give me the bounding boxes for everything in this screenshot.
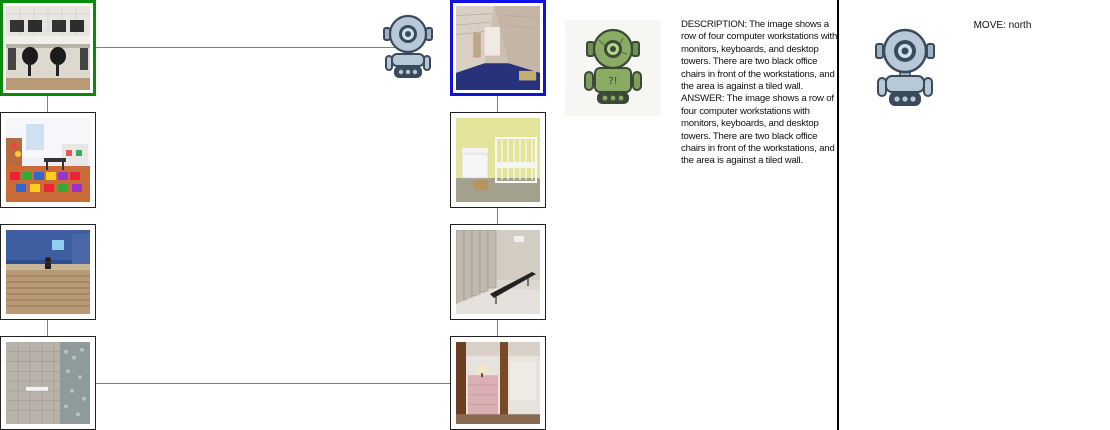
map-connection (497, 95, 498, 113)
scene-thumbnail (456, 6, 540, 90)
move-label: MOVE: north (973, 20, 1032, 31)
map-connection (497, 207, 498, 225)
scene-thumbnail (6, 342, 90, 424)
map-connection (497, 319, 498, 337)
scene-thumbnail (456, 118, 540, 202)
map-tile (0, 112, 96, 208)
panel-divider (837, 0, 839, 430)
robot-icon (872, 28, 938, 110)
scene-thumbnail (6, 118, 90, 202)
description-answer-text: DESCRIPTION: The image shows a row of fo… (681, 19, 838, 167)
scene-thumbnail (6, 6, 90, 90)
map-connection (47, 95, 48, 113)
map-tile (0, 336, 96, 430)
map-tile (450, 112, 546, 208)
scene-thumbnail (6, 230, 90, 314)
robot-icon: ?! (583, 28, 643, 106)
map-connection (95, 47, 395, 48)
scene-thumbnail (456, 342, 540, 424)
map-tile (450, 224, 546, 320)
map-connection (47, 319, 48, 337)
map-tile (0, 224, 96, 320)
map-tile-start (0, 0, 96, 96)
map-tile-current (450, 0, 546, 96)
scene-thumbnail (456, 230, 540, 314)
svg-text:?!: ?! (608, 76, 617, 87)
agent-avatar-panel: ?! (565, 20, 661, 116)
map-tile (450, 336, 546, 430)
map-connection (95, 383, 451, 384)
robot-icon (380, 14, 436, 80)
